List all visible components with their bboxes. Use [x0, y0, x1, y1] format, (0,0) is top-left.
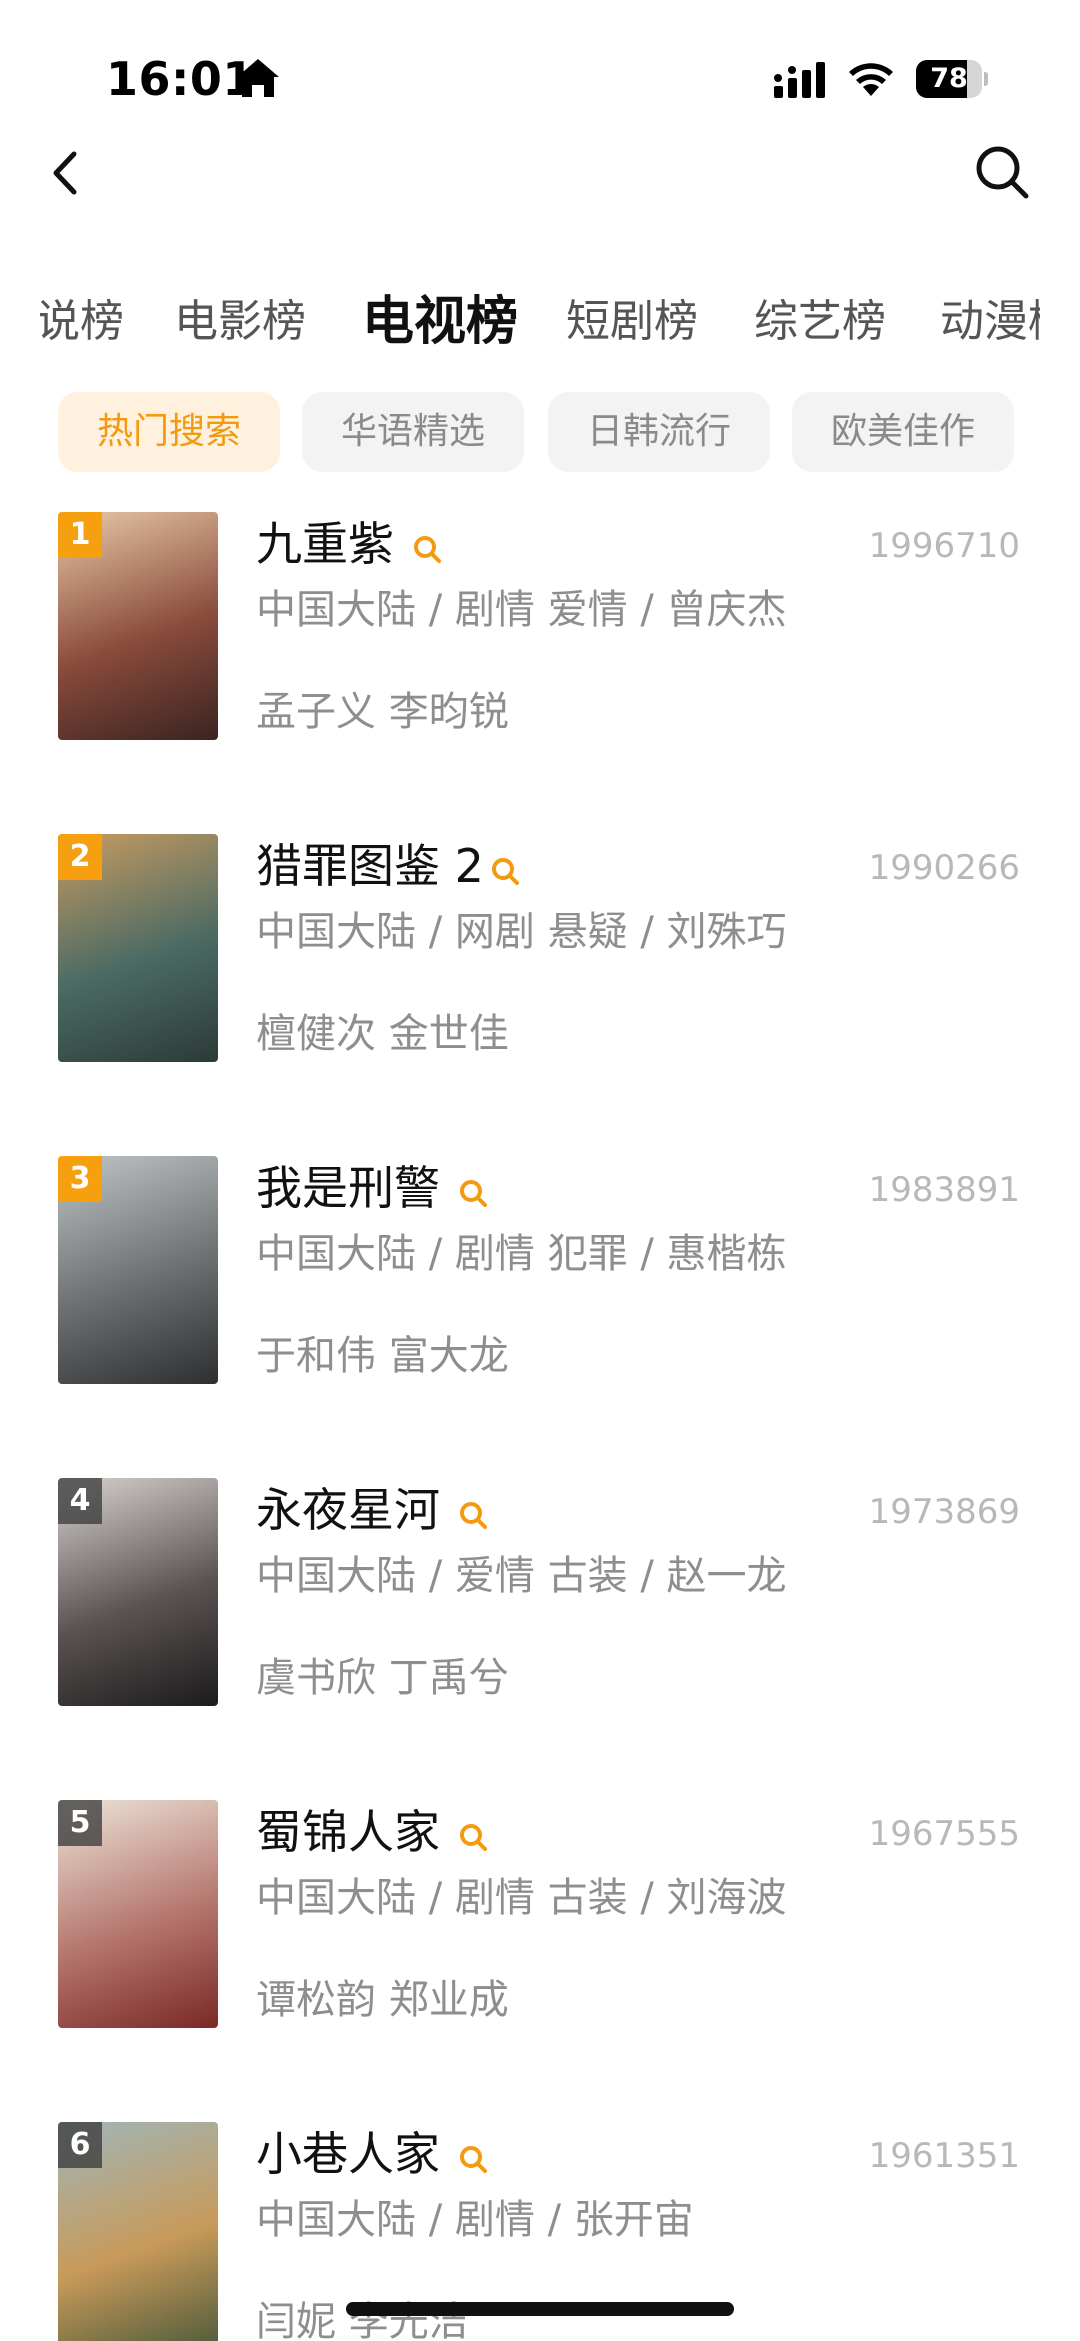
item-title: 永夜星河	[256, 1483, 440, 1537]
search-count: 1961351	[868, 2136, 1020, 2176]
wifi-icon	[849, 63, 893, 96]
item-title: 九重紫	[256, 517, 394, 571]
item-meta: 中国大陆 / 网剧 悬疑 / 刘殊巧	[256, 909, 787, 955]
search-tag-icon	[460, 2146, 487, 2173]
rank-badge: 5	[58, 1800, 102, 1846]
home-indicator[interactable]	[346, 2302, 734, 2316]
tab-anime-ranking[interactable]: 动漫榜	[940, 282, 1040, 362]
tab-variety-ranking[interactable]: 综艺榜	[754, 282, 886, 362]
back-button[interactable]	[40, 140, 96, 206]
item-cast: 孟子义 李昀锐	[256, 689, 509, 735]
search-count: 1983891	[868, 1170, 1020, 1210]
ranking-list-item[interactable]: 3 我是刑警 1983891 中国大陆 / 剧情 犯罪 / 惠楷栋 于和伟 富大…	[0, 1156, 1080, 1476]
search-tag-icon	[492, 858, 519, 885]
battery-percent: 78	[930, 63, 968, 94]
rank-badge: 6	[58, 2122, 102, 2168]
item-meta: 中国大陆 / 爱情 古装 / 赵一龙	[256, 1553, 787, 1599]
search-tag-icon	[414, 536, 441, 563]
rank-badge: 3	[58, 1156, 102, 1202]
search-count: 1996710	[868, 526, 1020, 566]
item-title: 小巷人家	[256, 2127, 440, 2181]
ranking-list-item[interactable]: 4 永夜星河 1973869 中国大陆 / 爱情 古装 / 赵一龙 虞书欣 丁禹…	[0, 1478, 1080, 1798]
poster-image: 1	[58, 512, 218, 740]
tv-ranking-page: 16:01 78 说榜 电影榜 电视榜 短剧榜 综艺榜 动漫 热门搜索 华语精选…	[0, 0, 1080, 2341]
chip-chinese-picks[interactable]: 华语精选	[302, 392, 524, 472]
chevron-left-icon	[53, 151, 77, 195]
ranking-list-item[interactable]: 5 蜀锦人家 1967555 中国大陆 / 剧情 古装 / 刘海波 谭松韵 郑业…	[0, 1800, 1080, 2120]
status-time: 16:01	[106, 52, 255, 106]
poster-image: 4	[58, 1478, 218, 1706]
item-meta: 中国大陆 / 剧情 爱情 / 曾庆杰	[256, 587, 787, 633]
item-cast: 于和伟 富大龙	[256, 1333, 509, 1379]
ranking-category-tabs: 说榜 电影榜 电视榜 短剧榜 综艺榜 动漫榜	[40, 282, 1040, 362]
status-bar: 16:01 78	[0, 0, 1080, 150]
item-meta: 中国大陆 / 剧情 古装 / 刘海波	[256, 1875, 787, 1921]
item-cast: 虞书欣 丁禹兮	[256, 1655, 509, 1701]
item-title: 猎罪图鉴 2	[256, 839, 484, 893]
item-title: 我是刑警	[256, 1161, 440, 1215]
search-tag-icon	[460, 1502, 487, 1529]
poster-image: 6	[58, 2122, 218, 2341]
home-icon	[237, 59, 279, 97]
tab-movie-ranking[interactable]: 电影榜	[174, 282, 306, 362]
rank-badge: 4	[58, 1478, 102, 1524]
chip-western[interactable]: 欧美佳作	[792, 392, 1014, 472]
poster-image: 5	[58, 1800, 218, 2028]
search-count: 1967555	[868, 1814, 1020, 1854]
search-count: 1990266	[868, 848, 1020, 888]
poster-image: 3	[58, 1156, 218, 1384]
poster-image: 2	[58, 834, 218, 1062]
tab-short-drama-ranking[interactable]: 短剧榜	[566, 282, 698, 362]
item-cast: 檀健次 金世佳	[256, 1011, 509, 1057]
cellular-signal-icon	[774, 62, 825, 98]
ranking-list-item[interactable]: 2 猎罪图鉴 2 1990266 中国大陆 / 网剧 悬疑 / 刘殊巧 檀健次 …	[0, 834, 1080, 1154]
item-meta: 中国大陆 / 剧情 / 张开宙	[256, 2197, 694, 2243]
rank-badge: 1	[58, 512, 102, 558]
battery-indicator: 78	[916, 60, 988, 98]
chip-japan-korea[interactable]: 日韩流行	[548, 392, 770, 472]
item-meta: 中国大陆 / 剧情 犯罪 / 惠楷栋	[256, 1231, 787, 1277]
tab-tv-ranking[interactable]: 电视榜	[362, 282, 518, 362]
rank-badge: 2	[58, 834, 102, 880]
search-tag-icon	[460, 1824, 487, 1851]
search-button[interactable]	[970, 140, 1034, 204]
tab-novel-ranking[interactable]: 说榜	[40, 282, 124, 362]
item-cast: 谭松韵 郑业成	[256, 1977, 509, 2023]
search-count: 1973869	[868, 1492, 1020, 1532]
search-icon	[976, 146, 1029, 199]
ranking-list-item[interactable]: 1 九重紫 1996710 中国大陆 / 剧情 爱情 / 曾庆杰 孟子义 李昀锐	[0, 512, 1080, 832]
search-tag-icon	[460, 1180, 487, 1207]
chip-hot-search[interactable]: 热门搜索	[58, 392, 280, 472]
item-title: 蜀锦人家	[256, 1805, 440, 1859]
